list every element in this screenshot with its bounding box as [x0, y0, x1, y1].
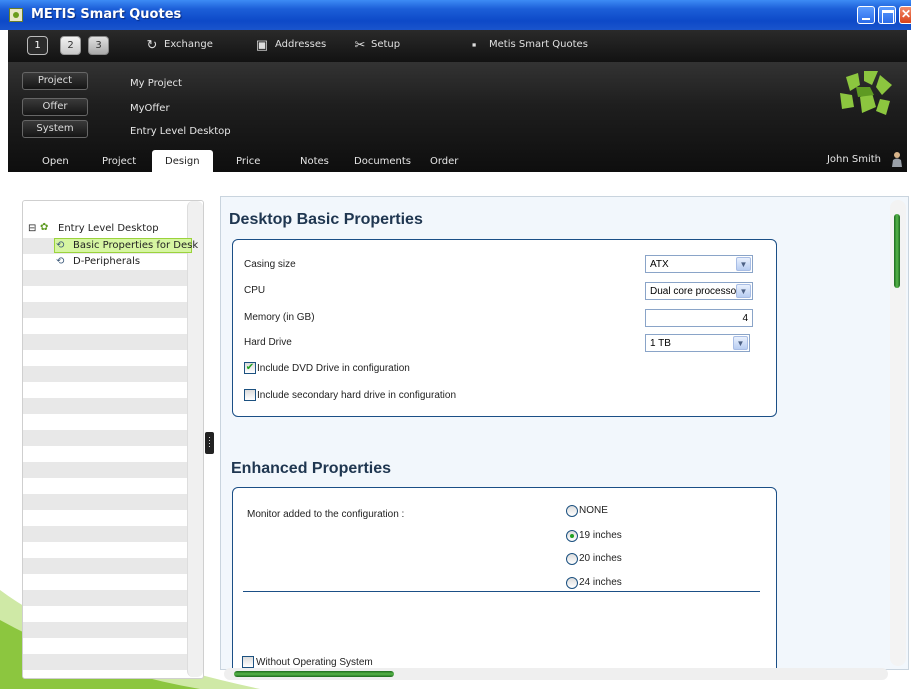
chevron-down-icon[interactable]: ▼ [736, 257, 751, 271]
quick-button-2[interactable]: 2 [60, 36, 81, 55]
window-title: METIS Smart Quotes [31, 7, 182, 22]
casing-size-select[interactable]: ATX ▼ [645, 255, 753, 273]
chevron-down-icon[interactable]: ▼ [733, 336, 748, 350]
hard-drive-select[interactable]: 1 TB ▼ [645, 334, 750, 352]
tree-leaf-icon: ⟲ [56, 240, 65, 251]
cpu-label: CPU [244, 285, 266, 296]
tree-leaf-icon: ⟲ [56, 256, 65, 267]
exchange-icon: ↻ [146, 37, 158, 52]
exchange-button[interactable]: Exchange [164, 39, 213, 50]
tree-item-peripherals[interactable]: D-Peripherals [73, 256, 140, 267]
chevron-down-icon[interactable]: ▼ [736, 284, 751, 298]
monitor-option-24: 24 inches [579, 577, 622, 588]
close-button[interactable] [899, 6, 911, 24]
monitor-radio-19[interactable] [566, 530, 578, 542]
monitor-radio-24[interactable] [566, 577, 578, 589]
tab-open[interactable]: Open [42, 156, 69, 167]
setup-icon: ✂ [354, 37, 366, 52]
offer-value: MyOffer [130, 103, 170, 114]
hard-drive-value: 1 TB [650, 338, 671, 349]
toolbar: 1 2 3 ↻ Exchange ▣ Addresses ✂ Setup ▪ M… [8, 30, 907, 62]
basic-properties-title: Desktop Basic Properties [229, 211, 423, 228]
scrollbar-thumb[interactable] [894, 214, 900, 288]
addresses-icon: ▣ [255, 37, 269, 52]
setup-button[interactable]: Setup [371, 39, 400, 50]
hard-drive-label: Hard Drive [244, 337, 292, 348]
dvd-drive-label: Include DVD Drive in configuration [257, 363, 410, 374]
memory-input[interactable]: 4 [645, 309, 753, 327]
monitor-radio-20[interactable] [566, 553, 578, 565]
offer-button[interactable]: Offer [22, 98, 88, 116]
user-name: John Smith [826, 154, 881, 165]
system-value: Entry Level Desktop [130, 126, 231, 137]
minimize-button[interactable] [857, 6, 875, 24]
section-divider [243, 591, 760, 592]
scrollbar-thumb[interactable] [234, 671, 394, 677]
app-icon [9, 8, 23, 22]
tree-root-icon: ✿ [40, 222, 49, 233]
tree-root-node[interactable]: Entry Level Desktop [58, 223, 159, 234]
maximize-button[interactable] [878, 6, 896, 24]
dvd-drive-checkbox[interactable]: ✔ [244, 362, 256, 374]
smart-quotes-button[interactable]: Metis Smart Quotes [489, 39, 588, 50]
casing-size-value: ATX [650, 259, 669, 270]
tab-documents[interactable]: Documents [354, 156, 411, 167]
secondary-hdd-checkbox[interactable] [244, 389, 256, 401]
project-button[interactable]: Project [22, 72, 88, 90]
project-header: Project My Project Offer MyOffer System … [8, 62, 907, 174]
panel-splitter-handle[interactable] [205, 432, 214, 454]
system-button[interactable]: System [22, 120, 88, 138]
casing-size-label: Casing size [244, 259, 296, 270]
enhanced-properties-title: Enhanced Properties [231, 460, 392, 477]
cpu-select[interactable]: Dual core processo ▼ [645, 282, 753, 300]
tab-project[interactable]: Project [102, 156, 136, 167]
tree-scrollbar[interactable] [187, 201, 203, 677]
cpu-value: Dual core processo [650, 286, 737, 297]
tab-notes[interactable]: Notes [300, 156, 329, 167]
monitor-label: Monitor added to the configuration : [247, 509, 405, 520]
tab-order[interactable]: Order [430, 156, 458, 167]
monitor-radio-none[interactable] [566, 505, 578, 517]
metis-logo-icon [840, 71, 892, 115]
tab-price[interactable]: Price [236, 156, 260, 167]
secondary-hdd-label: Include secondary hard drive in configur… [257, 390, 457, 401]
monitor-option-19: 19 inches [579, 530, 622, 541]
tab-design[interactable]: Design [152, 150, 213, 174]
smart-quotes-icon: ▪ [471, 37, 477, 52]
tab-bar: Open Project Design Price Notes Document… [8, 147, 907, 174]
no-os-label: Without Operating System [256, 657, 373, 668]
project-value: My Project [130, 78, 182, 89]
user-icon [892, 152, 902, 167]
horizontal-scrollbar[interactable] [224, 668, 888, 680]
title-bar: METIS Smart Quotes [0, 0, 911, 30]
tree-item-basic-properties[interactable]: Basic Properties for Desk [73, 240, 198, 251]
memory-label: Memory (in GB) [244, 312, 315, 323]
no-os-checkbox[interactable] [242, 656, 254, 668]
vertical-scrollbar[interactable] [890, 200, 906, 666]
tree-panel [22, 200, 204, 679]
quick-button-1[interactable]: 1 [27, 36, 48, 55]
tree-expand-icon[interactable]: ⊟ [28, 223, 36, 234]
quick-button-3[interactable]: 3 [88, 36, 109, 55]
monitor-option-20: 20 inches [579, 553, 622, 564]
monitor-option-none: NONE [579, 505, 608, 516]
addresses-button[interactable]: Addresses [275, 39, 326, 50]
